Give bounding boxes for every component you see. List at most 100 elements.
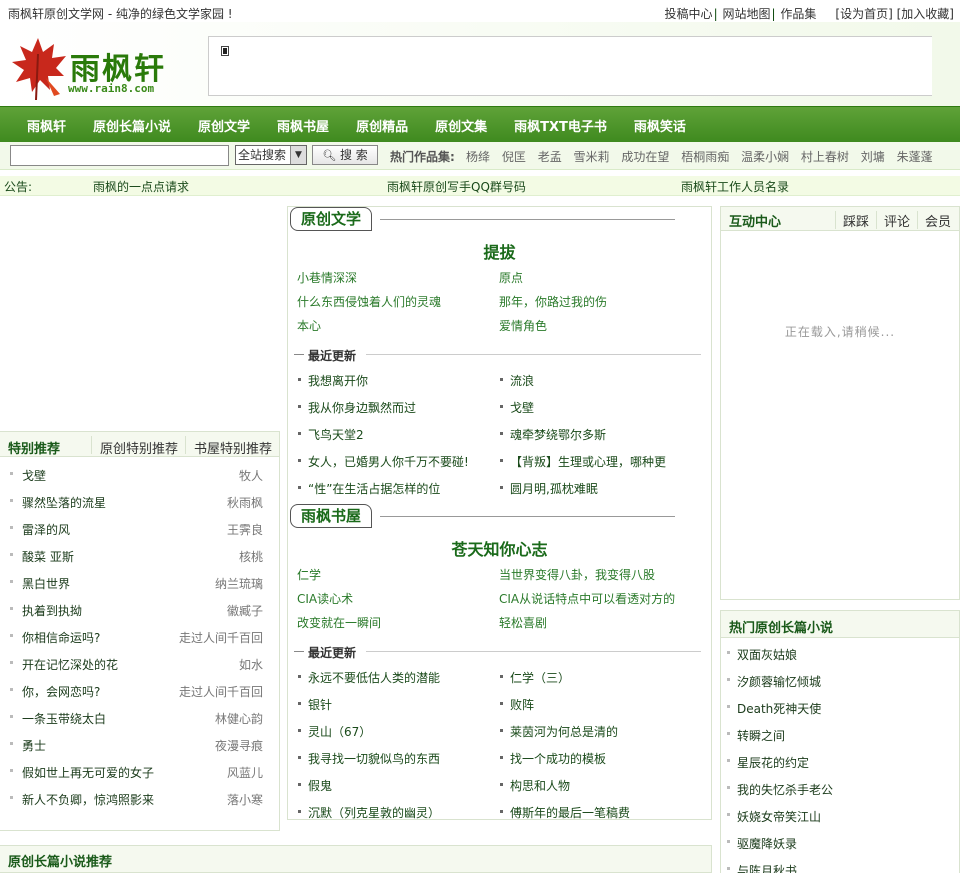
update-link[interactable]: 败阵 bbox=[499, 696, 534, 713]
section-title-bookhouse[interactable]: 雨枫书屋 bbox=[290, 504, 373, 528]
hot-work-link[interactable]: 温柔小娴 bbox=[741, 150, 789, 164]
book-link[interactable]: 轻松喜剧 bbox=[499, 614, 547, 631]
recommend-item-author[interactable]: 林健心韵 bbox=[215, 710, 263, 727]
hot-novel-item[interactable]: 驱魔降妖录 bbox=[721, 835, 959, 862]
article-link[interactable]: 小巷情深深 bbox=[297, 269, 357, 286]
hot-novel-item[interactable]: 与陈月秋书 bbox=[721, 862, 959, 873]
book-link[interactable]: 当世界变得八卦，我变得八股 bbox=[499, 566, 655, 583]
search-input[interactable] bbox=[10, 145, 229, 166]
notice-link[interactable]: 雨枫轩原创写手QQ群号码 bbox=[387, 178, 526, 195]
hot-novel-title[interactable]: 妖娆女帝笑江山 bbox=[737, 808, 821, 825]
recommend-item-title[interactable]: 开在记忆深处的花 bbox=[22, 656, 118, 673]
hot-work-link[interactable]: 成功在望 bbox=[621, 150, 669, 164]
hot-novel-title[interactable]: 我的失忆杀手老公 bbox=[737, 781, 833, 798]
hot-novel-title[interactable]: 星辰花的约定 bbox=[737, 754, 809, 771]
set-homepage-link[interactable]: [设为首页] bbox=[835, 7, 892, 21]
nav-item-jokes[interactable]: 雨枫笑话 bbox=[634, 116, 686, 135]
recommend-item[interactable]: 新人不负卿，惊鸿照影来 落小寒 bbox=[0, 791, 279, 818]
article-link[interactable]: 原点 bbox=[499, 269, 523, 286]
tab-bookhouse-recommend[interactable]: 书屋特别推荐 bbox=[194, 438, 272, 457]
tab-step[interactable]: 踩踩 bbox=[843, 211, 869, 230]
hot-novel-item[interactable]: 双面灰姑娘 bbox=[721, 646, 959, 673]
hot-novel-title[interactable]: 驱魔降妖录 bbox=[737, 835, 797, 852]
recommend-item[interactable]: 假如世上再无可爱的女子 风蓝儿 bbox=[0, 764, 279, 791]
recommend-item[interactable]: 酸菜 亚斯 核桃 bbox=[0, 548, 279, 575]
recommend-item-title[interactable]: 戈壁 bbox=[22, 467, 46, 484]
hot-novel-item[interactable]: 转瞬之间 bbox=[721, 727, 959, 754]
update-link[interactable]: 仁学（三） bbox=[499, 669, 570, 686]
tab-comments[interactable]: 评论 bbox=[884, 211, 910, 230]
add-favorite-link[interactable]: [加入收藏] bbox=[897, 7, 954, 21]
article-link[interactable]: 那年，你路过我的伤 bbox=[499, 293, 607, 310]
article-link[interactable]: 本心 bbox=[297, 317, 321, 334]
hot-novel-item[interactable]: 汐颜蓉输忆倾城 bbox=[721, 673, 959, 700]
recommend-item-author[interactable]: 纳兰琉璃 bbox=[215, 575, 263, 592]
recommend-item-title[interactable]: 你，会网恋吗? bbox=[22, 683, 100, 700]
article-link[interactable]: 什么东西侵蚀着人们的灵魂 bbox=[297, 293, 441, 310]
recommend-item-author[interactable]: 如水 bbox=[239, 656, 263, 673]
recommend-item-author[interactable]: 王霁良 bbox=[227, 521, 263, 538]
recommend-item-author[interactable]: 夜漫寻痕 bbox=[215, 737, 263, 754]
recommend-item[interactable]: 一条玉带绕太白 林健心韵 bbox=[0, 710, 279, 737]
recommend-item-author[interactable]: 落小寒 bbox=[227, 791, 263, 808]
recommend-item-title[interactable]: 执着到执拗 bbox=[22, 602, 82, 619]
hot-novel-item[interactable]: 星辰花的约定 bbox=[721, 754, 959, 781]
recommend-item-author[interactable]: 核桃 bbox=[239, 548, 263, 565]
nav-item-home[interactable]: 雨枫轩 bbox=[27, 116, 66, 135]
update-link[interactable]: “性”在生活占据怎样的位 bbox=[297, 480, 440, 497]
nav-item-featured[interactable]: 原创精品 bbox=[356, 116, 408, 135]
recommend-item-title[interactable]: 酸菜 亚斯 bbox=[22, 548, 74, 565]
recommend-item-author[interactable]: 走过人间千百回 bbox=[179, 683, 263, 700]
recommend-item[interactable]: 雷泽的风 王霁良 bbox=[0, 521, 279, 548]
contribute-link[interactable]: 投稿中心 bbox=[665, 7, 713, 21]
recommend-item-title[interactable]: 骤然坠落的流星 bbox=[22, 494, 106, 511]
tab-members[interactable]: 会员 bbox=[925, 211, 951, 230]
recommend-item[interactable]: 戈壁 牧人 bbox=[0, 467, 279, 494]
tab-interaction-center[interactable]: 互动中心 bbox=[729, 211, 781, 230]
recommend-item[interactable]: 骤然坠落的流星 秋雨枫 bbox=[0, 494, 279, 521]
hot-novel-title[interactable]: 转瞬之间 bbox=[737, 727, 785, 744]
recommend-item-author[interactable]: 风蓝儿 bbox=[227, 764, 263, 781]
update-link[interactable]: 我寻找一切貌似鸟的东西 bbox=[297, 750, 440, 767]
update-link[interactable]: 莱茵河为何总是清的 bbox=[499, 723, 618, 740]
hot-work-link[interactable]: 杨绛 bbox=[466, 150, 490, 164]
nav-item-bookhouse[interactable]: 雨枫书屋 bbox=[277, 116, 329, 135]
update-link[interactable]: 【背叛】生理或心理，哪种更 bbox=[499, 453, 666, 470]
recommend-item[interactable]: 你相信命运吗? 走过人间千百回 bbox=[0, 629, 279, 656]
hot-novel-title[interactable]: Death死神天使 bbox=[737, 700, 821, 717]
hot-work-link[interactable]: 梧桐雨痴 bbox=[681, 150, 729, 164]
update-link[interactable]: 流浪 bbox=[499, 372, 534, 389]
article-link[interactable]: 爱情角色 bbox=[499, 317, 547, 334]
recommend-item-title[interactable]: 新人不负卿，惊鸿照影来 bbox=[22, 791, 154, 808]
notice-link[interactable]: 雨枫轩工作人员名录 bbox=[681, 178, 789, 195]
recommend-item[interactable]: 开在记忆深处的花 如水 bbox=[0, 656, 279, 683]
recommend-item-title[interactable]: 一条玉带绕太白 bbox=[22, 710, 106, 727]
book-link[interactable]: CIA读心术 bbox=[297, 590, 353, 607]
recommend-item[interactable]: 黑白世界 纳兰琉璃 bbox=[0, 575, 279, 602]
recommend-item-title[interactable]: 黑白世界 bbox=[22, 575, 70, 592]
recommend-item-title[interactable]: 勇士 bbox=[22, 737, 46, 754]
update-link[interactable]: 女人，已婚男人你千万不要碰! bbox=[298, 453, 469, 470]
hot-novel-item[interactable]: Death死神天使 bbox=[721, 700, 959, 727]
hot-work-link[interactable]: 雪米莉 bbox=[574, 150, 610, 164]
update-link[interactable]: 找一个成功的模板 bbox=[499, 750, 606, 767]
recommend-item-title[interactable]: 假如世上再无可爱的女子 bbox=[22, 764, 154, 781]
recommend-item-author[interactable]: 走过人间千百回 bbox=[179, 629, 263, 646]
book-link[interactable]: CIA从说话特点中可以看透对方的 bbox=[499, 590, 675, 607]
search-button[interactable]: 🔍︎ 搜 索 bbox=[312, 145, 378, 165]
hot-work-link[interactable]: 老孟 bbox=[538, 150, 562, 164]
notice-link[interactable]: 雨枫的一点点请求 bbox=[93, 178, 189, 195]
recommend-item-author[interactable]: 徽臧子 bbox=[227, 602, 263, 619]
section-title-literature[interactable]: 原创文学 bbox=[290, 207, 373, 231]
recommend-item-title[interactable]: 雷泽的风 bbox=[22, 521, 70, 538]
nav-item-txt-ebooks[interactable]: 雨枫TXT电子书 bbox=[514, 116, 607, 135]
hot-work-link[interactable]: 刘墉 bbox=[861, 150, 885, 164]
search-scope-select[interactable]: 全站搜索 ▼ bbox=[235, 145, 307, 165]
recommend-item-title[interactable]: 你相信命运吗? bbox=[22, 629, 100, 646]
hot-novel-item[interactable]: 我的失忆杀手老公 bbox=[721, 781, 959, 808]
update-link[interactable]: 圆月明,孤枕难眠 bbox=[500, 480, 598, 497]
recommend-item[interactable]: 你，会网恋吗? 走过人间千百回 bbox=[0, 683, 279, 710]
recommend-item[interactable]: 执着到执拗 徽臧子 bbox=[0, 602, 279, 629]
tab-special-recommend[interactable]: 特别推荐 bbox=[8, 438, 60, 457]
hot-work-link[interactable]: 村上春树 bbox=[801, 150, 849, 164]
